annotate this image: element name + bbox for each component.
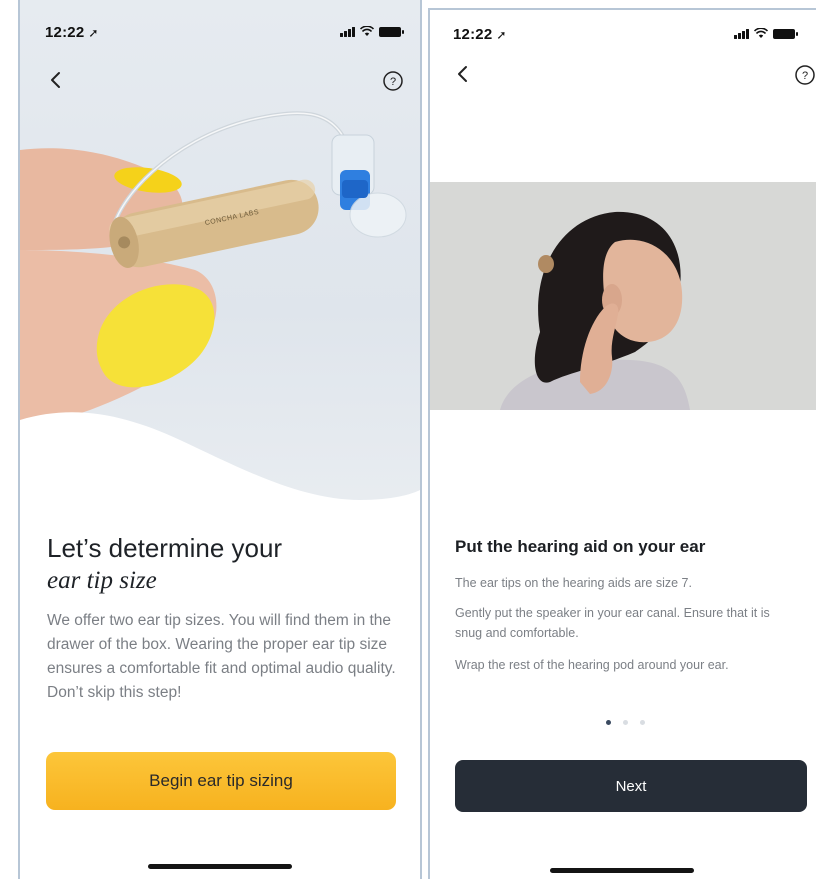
battery-icon: [379, 26, 404, 37]
hearing-aid-photo: CONCHA LABS: [20, 111, 420, 520]
ear-tip: [331, 134, 407, 238]
question-circle-icon: ?: [795, 65, 815, 85]
put-hearing-aid-screen: 12:22 ➚ ? Put the hearing aid on your ea…: [428, 8, 816, 879]
instruction-photo: [430, 182, 816, 410]
system-icons: [734, 28, 798, 39]
status-time: 12:22 ➚: [45, 24, 99, 41]
step-title: Put the hearing aid on your ear: [455, 537, 706, 556]
status-time: 12:22 ➚: [453, 26, 507, 43]
help-button[interactable]: ?: [794, 64, 816, 86]
page-dot: [640, 720, 645, 725]
begin-ear-tip-sizing-button[interactable]: Begin ear tip sizing: [46, 752, 396, 810]
signal-icon: [734, 28, 749, 39]
svg-text:?: ?: [802, 70, 808, 82]
question-circle-icon: ?: [383, 71, 403, 91]
chevron-left-icon: [51, 72, 60, 88]
signal-icon: [340, 26, 355, 37]
page-dot: [623, 720, 628, 725]
location-arrow-icon: ➚: [88, 26, 99, 40]
page-dot-active: [606, 720, 611, 725]
page-title-emphasis: ear tip size: [47, 567, 157, 594]
svg-text:?: ?: [390, 76, 396, 88]
instruction-paragraph: The ear tips on the hearing aids are siz…: [455, 576, 692, 590]
page-title: Let’s determine your: [47, 533, 283, 563]
person-inserting-hearing-aid-illustration: [430, 182, 816, 410]
instruction-paragraph: Wrap the rest of the hearing pod around …: [455, 658, 729, 672]
page-indicator: [606, 720, 645, 725]
back-button[interactable]: [45, 68, 69, 92]
status-bar: 12:22 ➚: [20, 0, 420, 41]
help-button[interactable]: ?: [382, 70, 404, 92]
hero-image: CONCHA LABS: [20, 0, 420, 520]
intro-description: We offer two ear tip sizes. You will fin…: [47, 612, 396, 701]
next-button[interactable]: Next: [455, 760, 807, 812]
location-arrow-icon: ➚: [496, 28, 507, 42]
chevron-left-icon: [458, 66, 467, 82]
home-indicator: [148, 864, 292, 869]
battery-icon: [773, 28, 798, 39]
wifi-icon: [754, 28, 768, 38]
system-icons: [340, 26, 404, 37]
status-bar: 12:22 ➚: [430, 10, 816, 50]
wifi-icon: [360, 26, 374, 36]
back-button[interactable]: [452, 62, 476, 86]
ear-tip-intro-screen: CONCHA LABS 12:22 ➚ ? Let’s determine you…: [18, 0, 422, 879]
instruction-paragraph: Gently put the speaker in your ear canal…: [455, 606, 770, 640]
home-indicator: [550, 868, 694, 873]
